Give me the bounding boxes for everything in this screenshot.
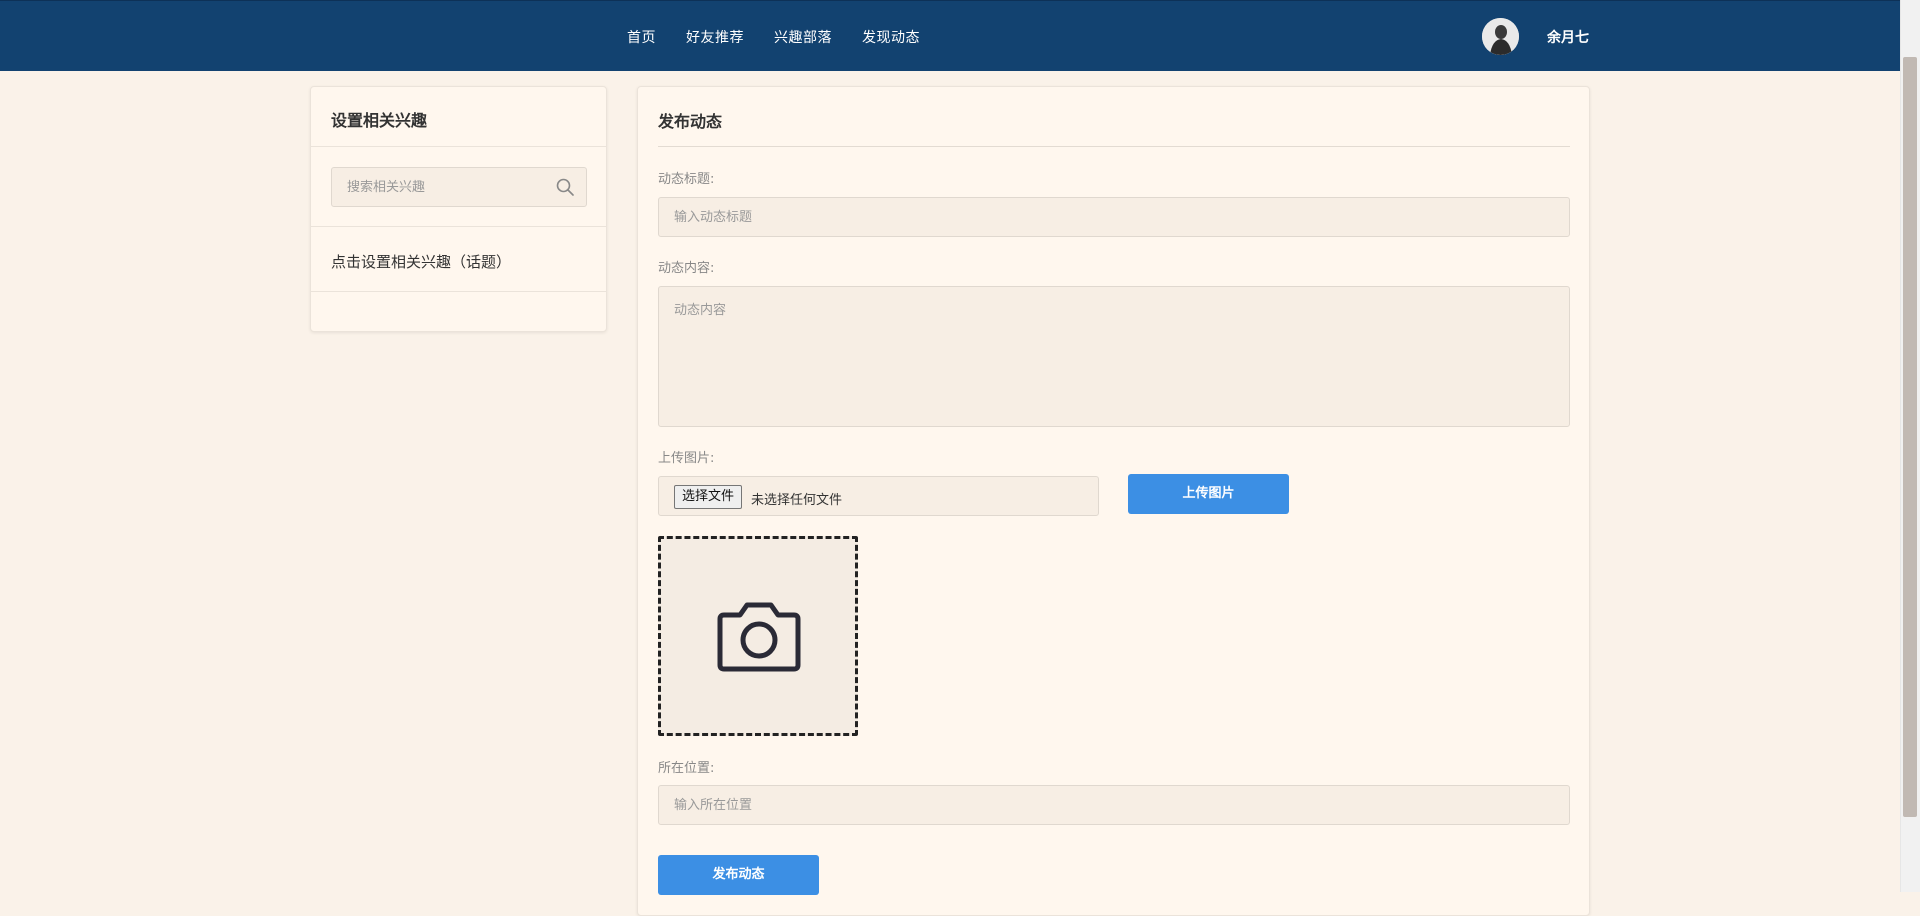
interests-panel: 设置相关兴趣 点击设置相关兴趣（话题） <box>310 86 607 332</box>
interests-panel-title: 设置相关兴趣 <box>331 111 428 130</box>
username[interactable]: 余月七 <box>1547 27 1589 47</box>
user-avatar[interactable] <box>1482 18 1519 55</box>
search-icon[interactable] <box>556 178 574 196</box>
post-form-panel: 发布动态 动态标题: 动态内容: 上传图片: 选择文件 未选择任何文件 上传图片… <box>637 86 1590 916</box>
camera-icon <box>717 602 801 672</box>
choose-file-button[interactable]: 选择文件 <box>674 485 743 509</box>
top-nav-bar: 首页 好友推荐 兴趣部落 发现动态 余月七 <box>0 0 1900 71</box>
location-input[interactable] <box>658 785 1570 825</box>
nav-link-home[interactable]: 首页 <box>627 27 656 47</box>
page-scrollbar-thumb[interactable] <box>1903 57 1917 817</box>
interest-search-input[interactable] <box>332 168 542 206</box>
set-interests-link[interactable]: 点击设置相关兴趣（话题） <box>331 251 511 272</box>
nav-link-interest-tribes[interactable]: 兴趣部落 <box>774 27 832 47</box>
avatar-image <box>1482 18 1519 55</box>
nav-link-discover-posts[interactable]: 发现动态 <box>862 27 920 47</box>
nav-link-friend-recommendations[interactable]: 好友推荐 <box>686 27 744 47</box>
nav-links: 首页 好友推荐 兴趣部落 发现动态 <box>627 1 950 72</box>
interests-divider-middle <box>311 226 606 227</box>
upload-image-button[interactable]: 上传图片 <box>1128 474 1289 514</box>
file-input-box: 选择文件 未选择任何文件 <box>658 476 1099 516</box>
upload-image-label: 上传图片: <box>658 451 715 466</box>
file-status-text: 未选择任何文件 <box>751 493 843 508</box>
interests-divider-bottom <box>311 291 606 292</box>
post-title-label: 动态标题: <box>658 172 715 187</box>
post-content-label: 动态内容: <box>658 261 715 276</box>
post-form-title: 发布动态 <box>658 112 723 131</box>
image-preview-placeholder[interactable] <box>658 536 858 736</box>
interests-divider-top <box>311 146 606 147</box>
publish-post-button[interactable]: 发布动态 <box>658 855 819 895</box>
post-title-input[interactable] <box>658 197 1570 237</box>
post-form-divider <box>658 146 1570 147</box>
location-label: 所在位置: <box>658 761 715 776</box>
interest-search-box <box>331 167 587 207</box>
post-content-textarea[interactable] <box>658 286 1570 427</box>
